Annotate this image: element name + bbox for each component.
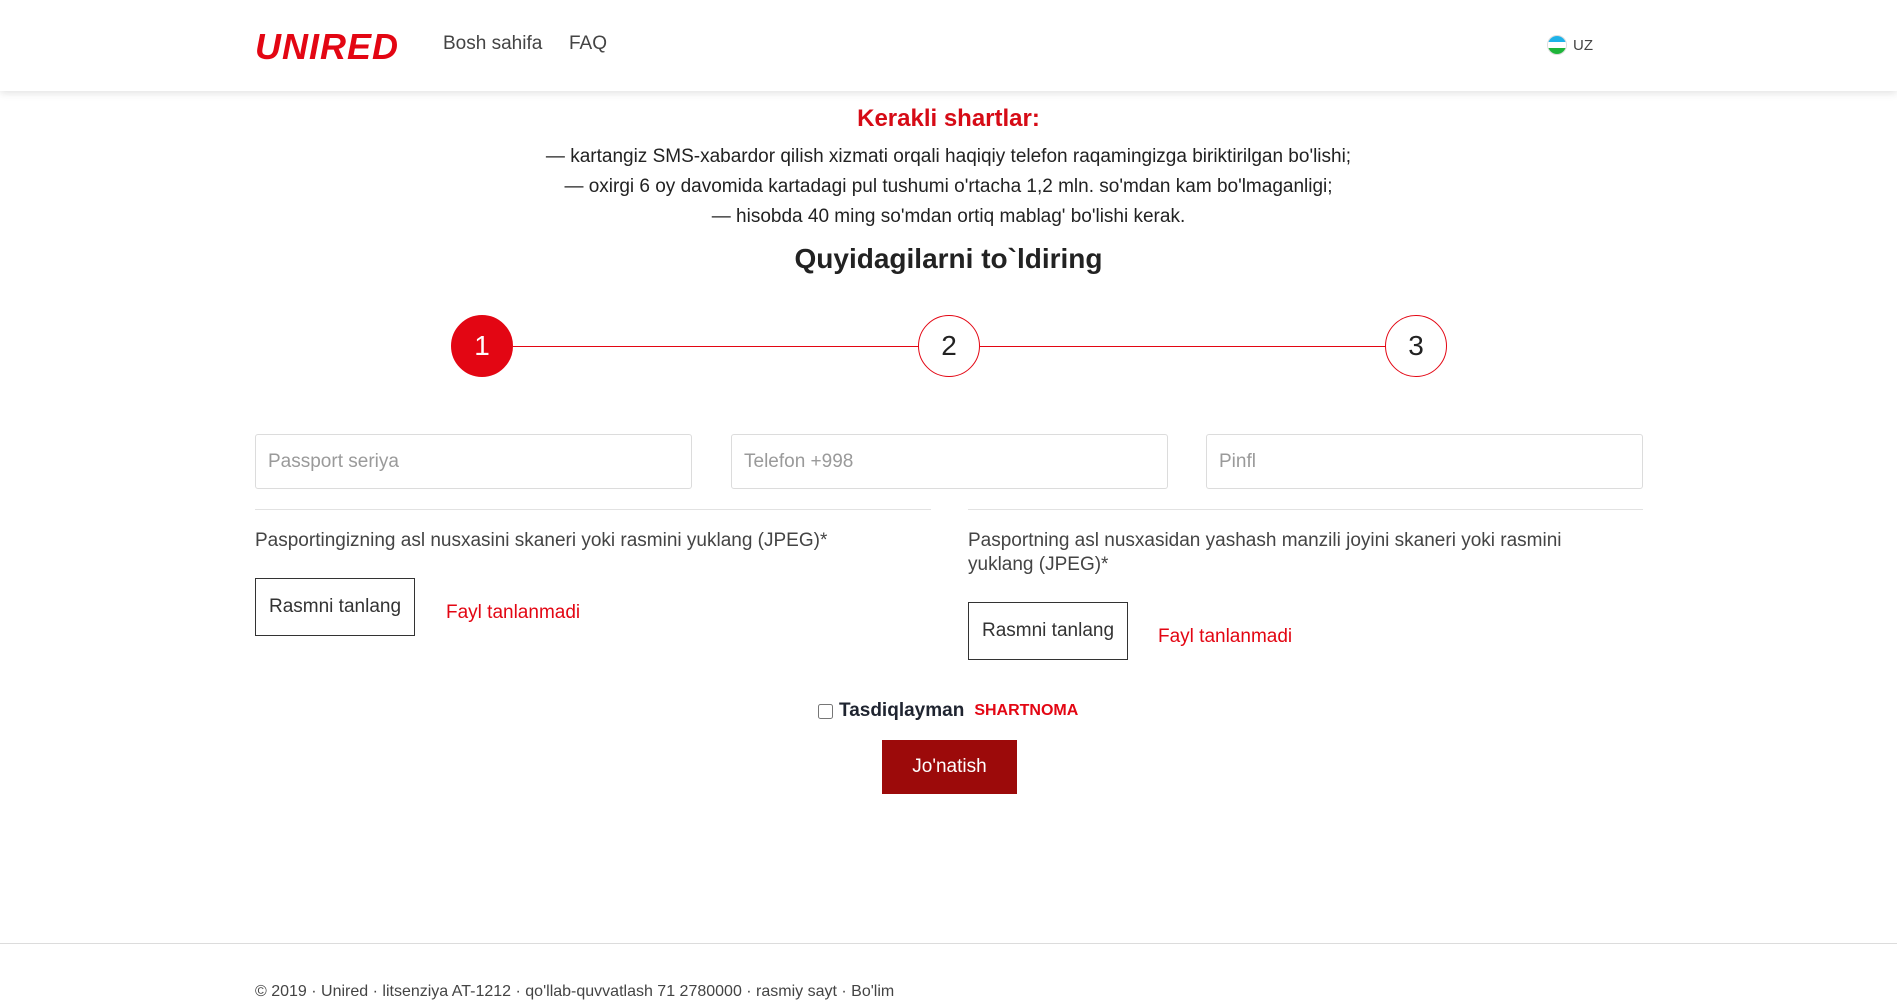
phone-input[interactable] — [731, 434, 1168, 489]
stepper-connector — [980, 346, 1386, 347]
stepper-connector — [513, 346, 919, 347]
step-1-indicator: 1 — [451, 315, 513, 377]
requirement-line: — hisobda 40 ming so'mdan ortiq mablag' … — [711, 206, 1186, 227]
contract-link[interactable]: SHARTNOMA — [974, 702, 1078, 720]
submit-button[interactable]: Jo'natish — [882, 740, 1017, 794]
passport-upload-label: Pasportingizning asl nusxasini skaneri y… — [255, 530, 828, 551]
passport-file-status: Fayl tanlanmadi — [446, 602, 581, 623]
agree-label: Tasdiqlayman — [839, 700, 965, 721]
form-title: Quyidagilarni to`ldiring — [794, 243, 1103, 274]
unired-logo[interactable]: UNIRED — [255, 26, 399, 68]
address-file-status: Fayl tanlanmadi — [1158, 626, 1293, 647]
language-switcher[interactable]: UZ — [1547, 35, 1593, 55]
passport-series-input[interactable] — [255, 434, 692, 489]
section-divider — [968, 509, 1643, 510]
requirement-line: — oxirgi 6 oy davomida kartadagi pul tus… — [564, 176, 1333, 197]
footer-divider — [0, 943, 1897, 944]
top-header: UNIRED Bosh sahifa FAQ UZ — [0, 0, 1897, 91]
language-label: UZ — [1573, 36, 1593, 54]
uzbekistan-flag-icon — [1547, 35, 1567, 55]
requirements-title: Kerakli shartlar: — [857, 105, 1040, 132]
address-upload-label: Pasportning asl nusxasidan yashash manzi… — [968, 530, 1562, 575]
step-3-indicator: 3 — [1385, 315, 1447, 377]
requirement-line: — kartangiz SMS-xabardor qilish xizmati … — [545, 146, 1352, 167]
step-2-indicator: 2 — [918, 315, 980, 377]
agreement-row: Tasdiqlayman SHARTNOMA — [818, 699, 1078, 723]
agree-checkbox[interactable] — [818, 703, 833, 719]
nav-faq-link[interactable]: FAQ — [569, 33, 607, 55]
passport-choose-file-button[interactable]: Rasmni tanlang — [255, 578, 416, 636]
address-choose-file-button[interactable]: Rasmni tanlang — [968, 602, 1129, 660]
section-divider — [255, 509, 931, 510]
footer-text: © 2019 · Unired · litsenziya AT-1212 · q… — [255, 983, 895, 1000]
pinfl-input[interactable] — [1206, 434, 1643, 489]
nav-home-link[interactable]: Bosh sahifa — [443, 33, 542, 55]
